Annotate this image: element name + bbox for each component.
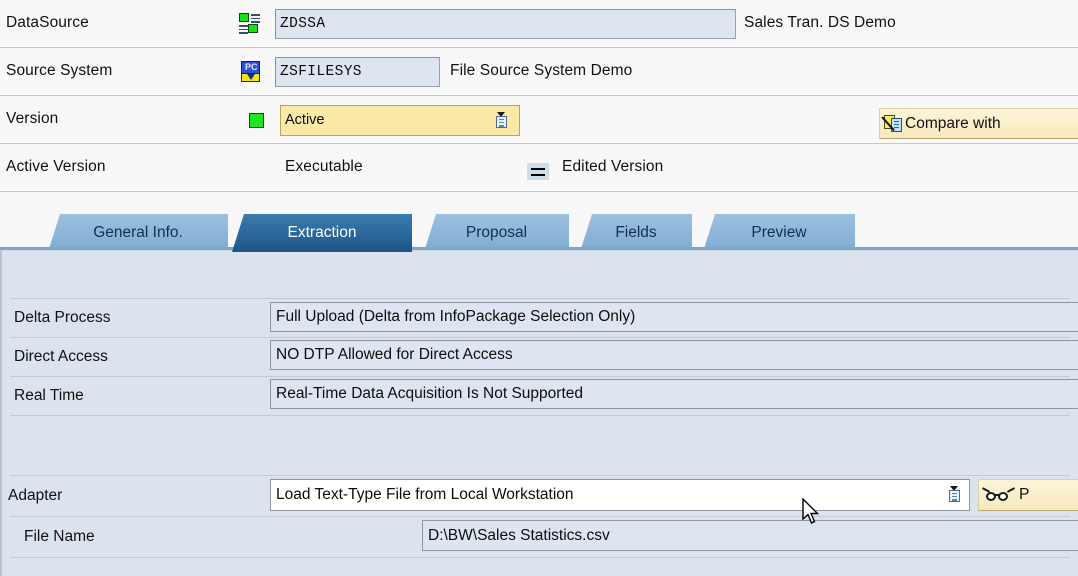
real-time-label: Real Time: [14, 387, 84, 405]
delta-process-value[interactable]: Full Upload (Delta from InfoPackage Sele…: [270, 302, 1078, 332]
file-name-input[interactable]: D:\BW\Sales Statistics.csv: [422, 520, 1078, 551]
field-separator-6: [10, 557, 1070, 558]
compare-with-button-label: Compare with: [905, 115, 1001, 133]
adapter-label: Adapter: [8, 487, 62, 505]
tab-general-info-label: General Info.: [93, 224, 183, 242]
tab-extraction[interactable]: Extraction: [232, 214, 412, 252]
source-system-description: File Source System Demo: [450, 62, 632, 80]
tab-extraction-label: Extraction: [288, 224, 357, 242]
adapter-matchcode-dropdown-icon[interactable]: [948, 486, 963, 503]
extraction-tab-panel: Delta Process Full Upload (Delta from In…: [0, 250, 1078, 576]
sap-datasource-maintenance-screen: DataSource ZDSSA Sales Tran. DS Demo Sou…: [0, 0, 1078, 576]
field-row-file-name: File Name D:\BW\Sales Statistics.csv: [2, 517, 1078, 557]
header-separator-4: [0, 191, 1078, 192]
adapter-select[interactable]: Load Text-Type File from Local Workstati…: [270, 479, 970, 511]
version-select[interactable]: Active: [280, 105, 520, 136]
header-row-source-system: Source System PC ZSFILESYS File Source S…: [0, 48, 1078, 95]
delta-process-label: Delta Process: [14, 309, 110, 327]
source-system-label: Source System: [6, 62, 112, 80]
adapter-properties-button-label: P: [1019, 486, 1029, 504]
equals-icon: [527, 163, 549, 180]
source-system-pc-icon: PC: [240, 61, 262, 83]
file-name-label: File Name: [24, 528, 95, 546]
datasource-icon: [239, 13, 261, 35]
direct-access-value[interactable]: NO DTP Allowed for Direct Access: [270, 340, 1078, 370]
field-row-delta-process: Delta Process Full Upload (Delta from In…: [2, 299, 1078, 337]
direct-access-label: Direct Access: [14, 348, 108, 366]
executable-status: Executable: [285, 158, 363, 176]
tab-preview-label: Preview: [751, 224, 806, 242]
version-matchcode-dropdown-icon[interactable]: [495, 112, 510, 129]
field-row-real-time: Real Time Real-Time Data Acquisition Is …: [2, 377, 1078, 415]
glasses-properties-icon: [985, 486, 1013, 504]
compare-with-button[interactable]: Compare with: [879, 108, 1078, 139]
source-system-input[interactable]: ZSFILESYS: [275, 57, 440, 87]
active-version-status: Active Version: [6, 158, 106, 176]
real-time-value[interactable]: Real-Time Data Acquisition Is Not Suppor…: [270, 379, 1078, 409]
tab-fields-label: Fields: [615, 224, 656, 242]
edited-version-status: Edited Version: [562, 158, 663, 176]
datasource-label: DataSource: [6, 14, 89, 32]
header-row-datasource: DataSource ZDSSA Sales Tran. DS Demo: [0, 0, 1078, 47]
tab-proposal-label: Proposal: [466, 224, 527, 242]
version-label: Version: [6, 110, 58, 128]
datasource-input[interactable]: ZDSSA: [275, 9, 736, 39]
field-row-direct-access: Direct Access NO DTP Allowed for Direct …: [2, 338, 1078, 376]
datasource-description: Sales Tran. DS Demo: [744, 14, 896, 32]
header-row-version: Version Active Compare with: [0, 96, 1078, 143]
field-row-adapter: Adapter Load Text-Type File from Local W…: [2, 476, 1078, 516]
compare-documents-icon: [883, 114, 904, 134]
field-separator-3: [10, 415, 1070, 416]
header-area: DataSource ZDSSA Sales Tran. DS Demo Sou…: [0, 0, 1078, 204]
adapter-properties-button[interactable]: P: [978, 479, 1078, 511]
green-status-square-icon: [249, 113, 264, 128]
header-row-status: Active Version Executable Edited Version: [0, 144, 1078, 191]
